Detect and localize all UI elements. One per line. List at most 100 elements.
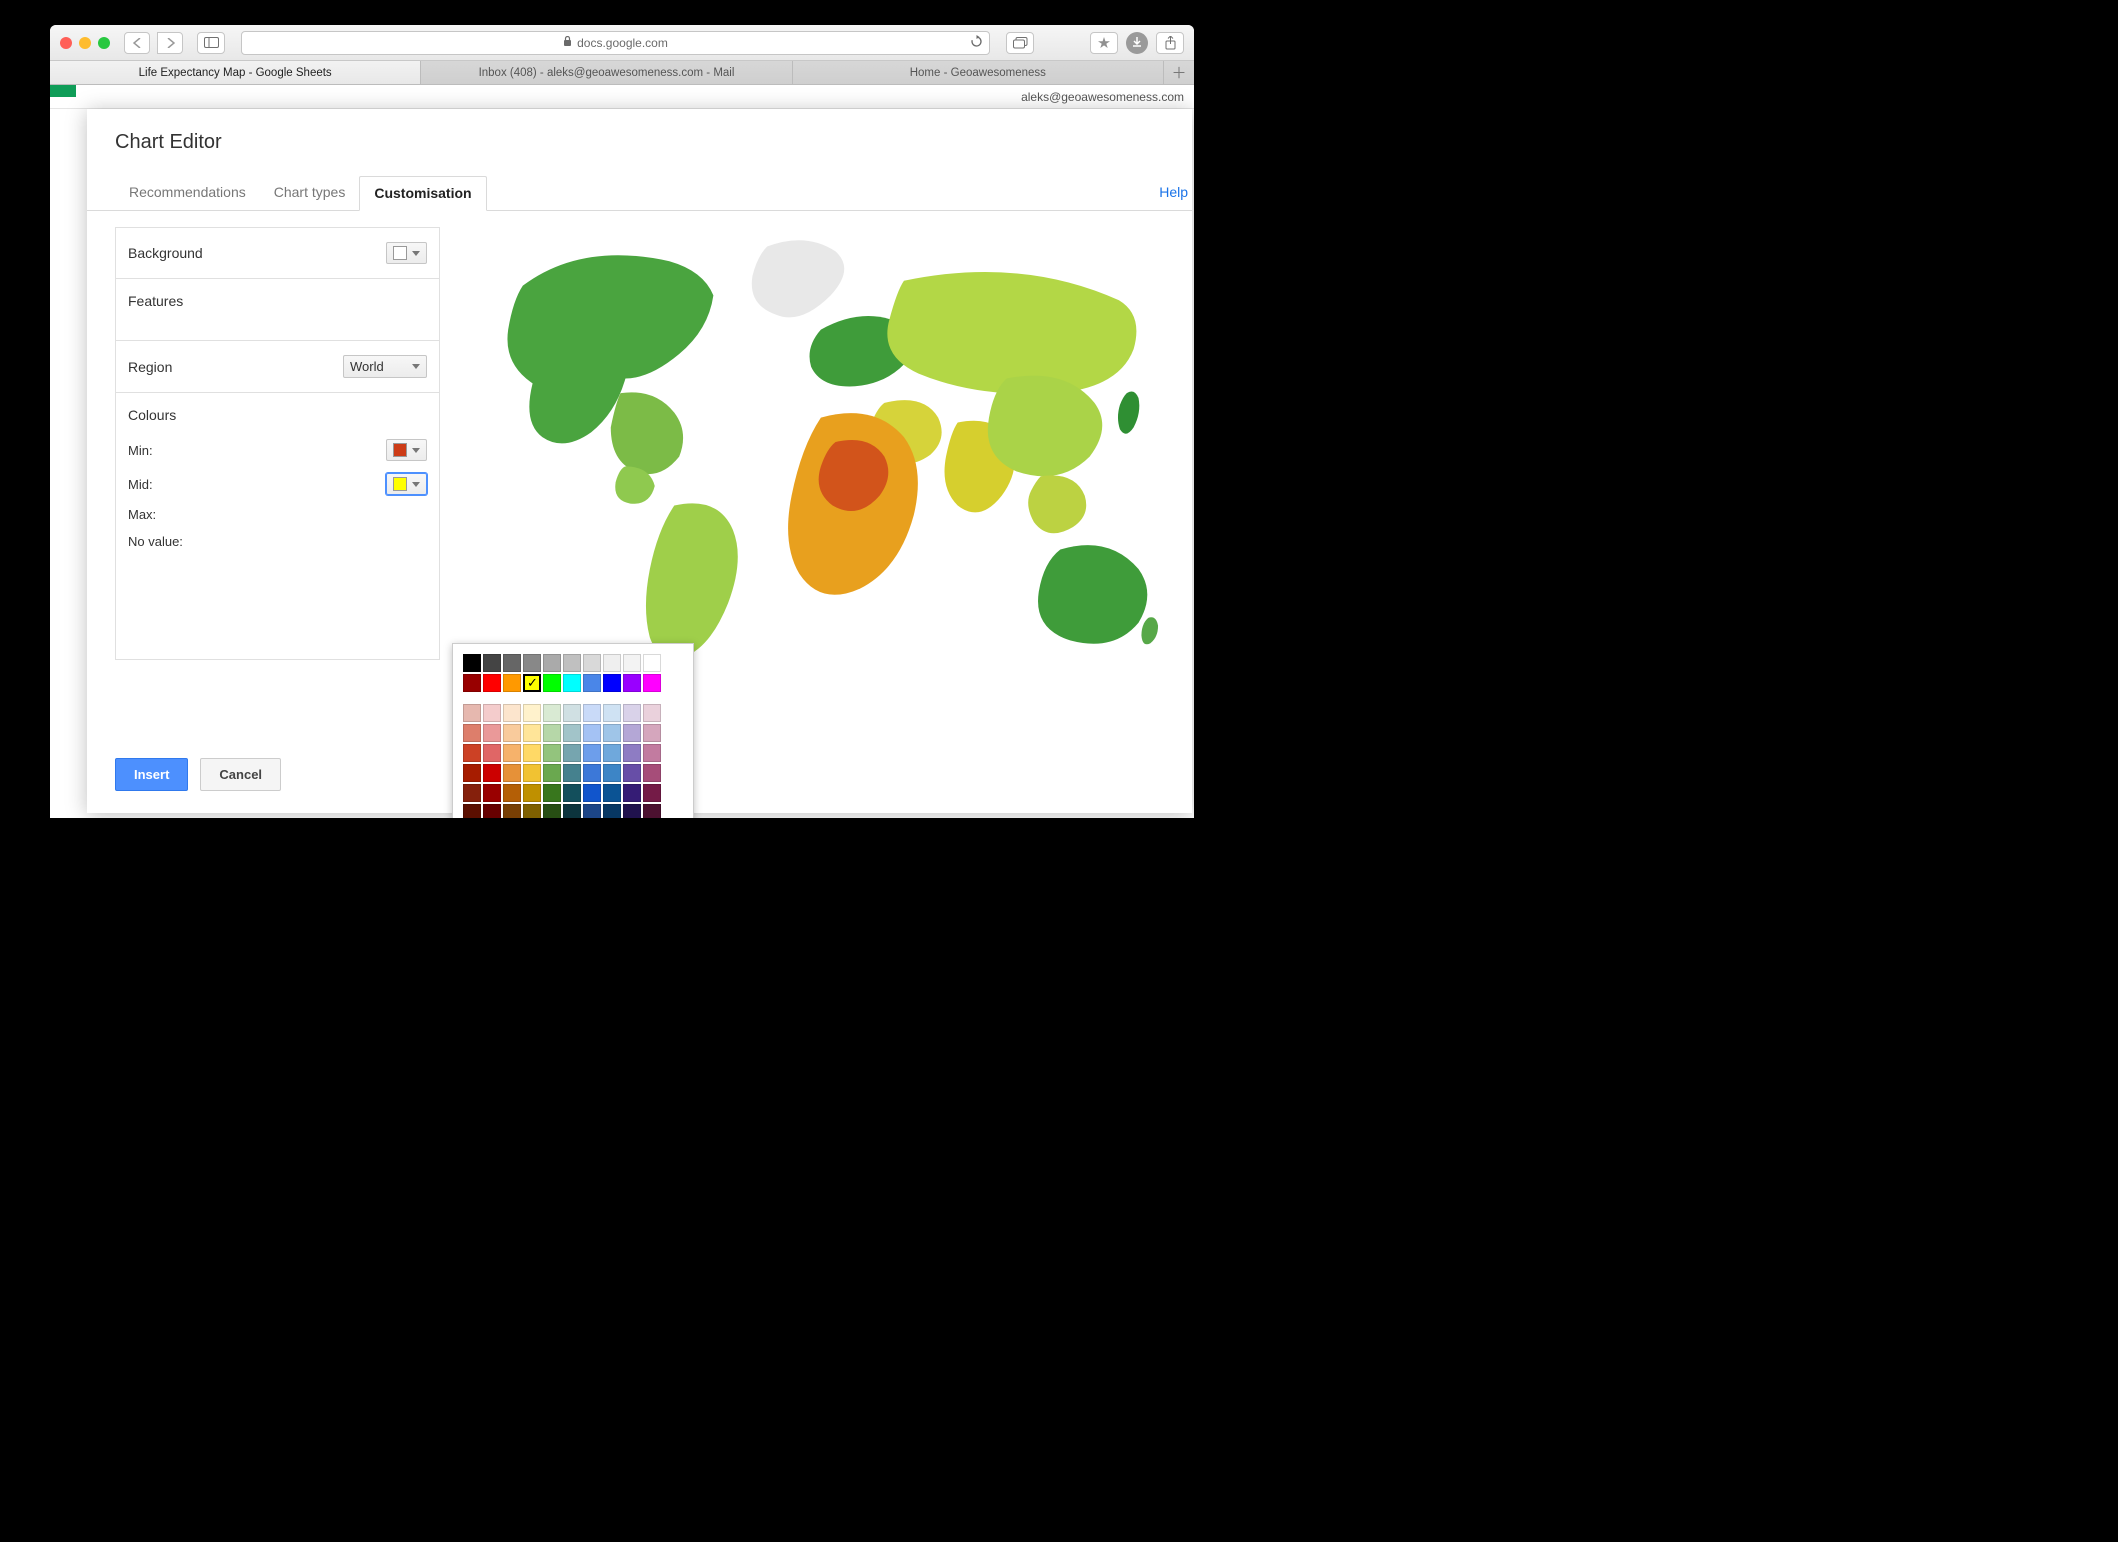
color-swatch[interactable] [483, 764, 501, 782]
color-swatch[interactable] [543, 744, 561, 762]
color-swatch[interactable] [523, 764, 541, 782]
color-swatch[interactable] [523, 724, 541, 742]
color-swatch[interactable] [483, 804, 501, 818]
color-swatch[interactable] [503, 804, 521, 818]
color-swatch[interactable] [643, 744, 661, 762]
color-swatch[interactable] [563, 724, 581, 742]
zoom-window-button[interactable] [98, 37, 110, 49]
color-swatch[interactable] [583, 704, 601, 722]
color-swatch[interactable] [583, 804, 601, 818]
background-color-button[interactable] [386, 242, 427, 264]
insert-button[interactable]: Insert [115, 758, 188, 791]
color-swatch[interactable] [623, 804, 641, 818]
color-swatch[interactable] [583, 724, 601, 742]
sidebar-toggle-button[interactable] [197, 32, 225, 54]
tab-recommendations[interactable]: Recommendations [115, 176, 260, 210]
color-swatch[interactable] [583, 784, 601, 802]
color-swatch[interactable] [583, 674, 601, 692]
color-swatch[interactable] [623, 704, 641, 722]
mid-color-button[interactable] [386, 473, 427, 495]
color-swatch[interactable] [483, 784, 501, 802]
color-swatch[interactable] [543, 784, 561, 802]
color-swatch[interactable] [483, 704, 501, 722]
color-swatch[interactable] [603, 724, 621, 742]
color-swatch[interactable] [623, 744, 641, 762]
color-swatch[interactable] [603, 744, 621, 762]
color-swatch[interactable] [563, 744, 581, 762]
color-swatch[interactable] [563, 654, 581, 672]
color-swatch[interactable] [563, 804, 581, 818]
color-swatch[interactable] [603, 704, 621, 722]
minimize-window-button[interactable] [79, 37, 91, 49]
tab-chart-types[interactable]: Chart types [260, 176, 360, 210]
address-bar[interactable]: docs.google.com [241, 31, 990, 55]
color-swatch[interactable] [503, 724, 521, 742]
color-swatch[interactable] [523, 654, 541, 672]
color-swatch[interactable] [643, 704, 661, 722]
color-swatch[interactable] [583, 764, 601, 782]
color-swatch[interactable] [643, 674, 661, 692]
color-swatch[interactable] [623, 724, 641, 742]
color-swatch[interactable] [623, 654, 641, 672]
color-swatch[interactable] [503, 654, 521, 672]
color-swatch[interactable] [643, 654, 661, 672]
color-swatch[interactable] [543, 764, 561, 782]
color-swatch[interactable] [543, 804, 561, 818]
account-email[interactable]: aleks@geoawesomeness.com [1021, 90, 1184, 104]
color-swatch[interactable] [463, 704, 481, 722]
color-swatch[interactable] [483, 744, 501, 762]
color-swatch[interactable] [523, 674, 541, 692]
help-link[interactable]: Help [1159, 176, 1192, 210]
browser-tab-1[interactable]: Inbox (408) - aleks@geoawesomeness.com -… [421, 61, 792, 84]
new-tab-button[interactable]: ＋ [1164, 61, 1194, 84]
color-swatch[interactable] [543, 724, 561, 742]
color-swatch[interactable] [603, 804, 621, 818]
color-swatch[interactable] [523, 744, 541, 762]
color-swatch[interactable] [463, 674, 481, 692]
close-window-button[interactable] [60, 37, 72, 49]
tabs-overview-button[interactable] [1006, 32, 1034, 54]
color-swatch[interactable] [563, 784, 581, 802]
color-swatch[interactable] [483, 724, 501, 742]
color-swatch[interactable] [643, 784, 661, 802]
color-swatch[interactable] [543, 704, 561, 722]
color-swatch[interactable] [563, 704, 581, 722]
color-swatch[interactable] [463, 744, 481, 762]
color-swatch[interactable] [643, 724, 661, 742]
color-swatch[interactable] [503, 784, 521, 802]
color-swatch[interactable] [643, 804, 661, 818]
tab-customisation[interactable]: Customisation [359, 176, 486, 211]
color-swatch[interactable] [623, 784, 641, 802]
color-swatch[interactable] [523, 704, 541, 722]
color-swatch[interactable] [603, 784, 621, 802]
color-swatch[interactable] [623, 674, 641, 692]
color-swatch[interactable] [463, 654, 481, 672]
color-swatch[interactable] [503, 704, 521, 722]
color-swatch[interactable] [503, 674, 521, 692]
color-swatch[interactable] [563, 764, 581, 782]
color-swatch[interactable] [643, 764, 661, 782]
forward-button[interactable] [157, 32, 183, 54]
color-swatch[interactable] [503, 764, 521, 782]
color-swatch[interactable] [463, 804, 481, 818]
min-color-button[interactable] [386, 439, 427, 461]
browser-tab-2[interactable]: Home - Geoawesomeness [793, 61, 1164, 84]
share-button[interactable] [1156, 32, 1184, 54]
color-swatch[interactable] [463, 724, 481, 742]
color-swatch[interactable] [543, 654, 561, 672]
color-swatch[interactable] [583, 744, 601, 762]
color-swatch[interactable] [623, 764, 641, 782]
color-swatch[interactable] [523, 804, 541, 818]
color-swatch[interactable] [563, 674, 581, 692]
color-swatch[interactable] [483, 654, 501, 672]
color-swatch[interactable] [463, 784, 481, 802]
color-swatch[interactable] [583, 654, 601, 672]
color-swatch[interactable] [603, 674, 621, 692]
cancel-button[interactable]: Cancel [200, 758, 281, 791]
reload-button[interactable] [970, 35, 983, 51]
browser-tab-0[interactable]: Life Expectancy Map - Google Sheets [50, 61, 421, 84]
top-sites-button[interactable] [1090, 32, 1118, 54]
color-swatch[interactable] [603, 764, 621, 782]
color-swatch[interactable] [503, 744, 521, 762]
back-button[interactable] [124, 32, 150, 54]
